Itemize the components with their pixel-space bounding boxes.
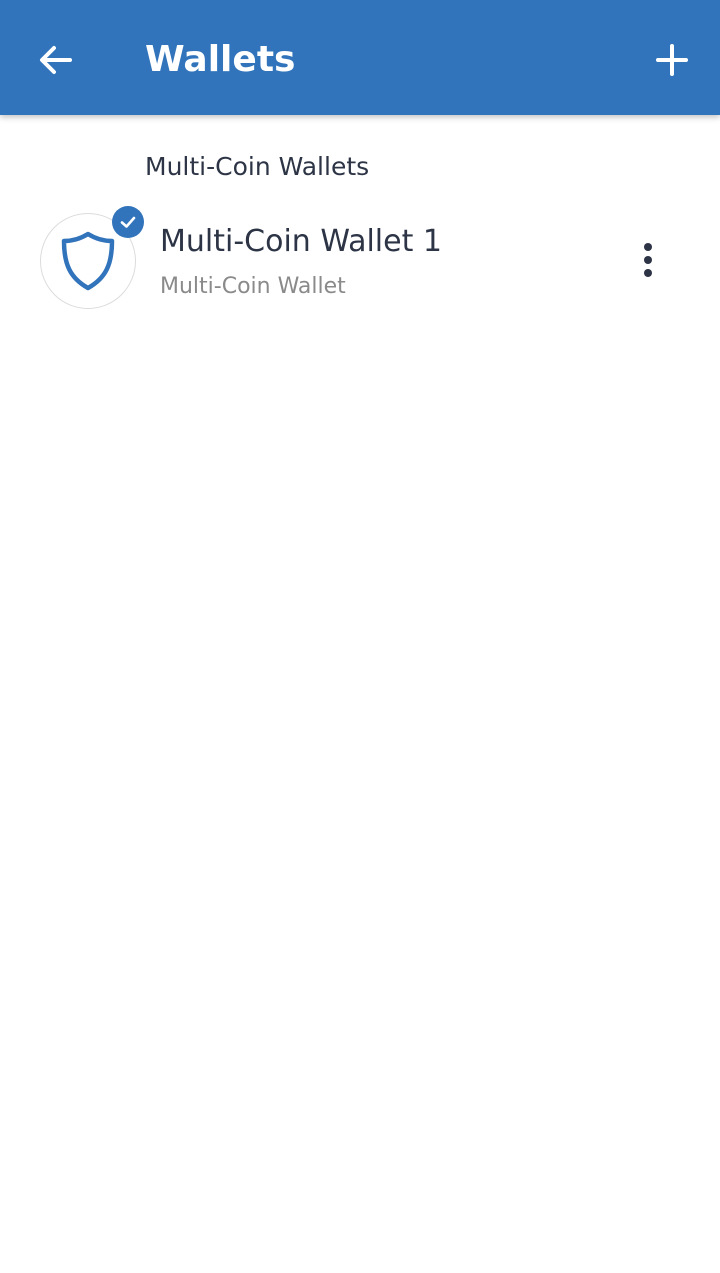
- check-icon: [120, 216, 136, 228]
- back-button[interactable]: [24, 28, 88, 92]
- arrow-left-icon: [40, 46, 72, 74]
- page-title: Wallets: [145, 39, 296, 80]
- selected-badge: [112, 206, 144, 238]
- shield-icon: [61, 231, 115, 291]
- app-bar: Wallets: [0, 0, 720, 115]
- add-wallet-button[interactable]: [640, 28, 704, 92]
- section-header: Multi-Coin Wallets: [145, 152, 370, 181]
- plus-icon: [656, 44, 688, 76]
- wallet-menu-button[interactable]: [620, 230, 676, 290]
- wallet-type: Multi-Coin Wallet: [160, 274, 346, 299]
- more-vertical-icon: [644, 243, 652, 277]
- wallet-list-item[interactable]: Multi-Coin Wallet 1 Multi-Coin Wallet: [0, 200, 720, 320]
- wallet-name: Multi-Coin Wallet 1: [160, 224, 442, 259]
